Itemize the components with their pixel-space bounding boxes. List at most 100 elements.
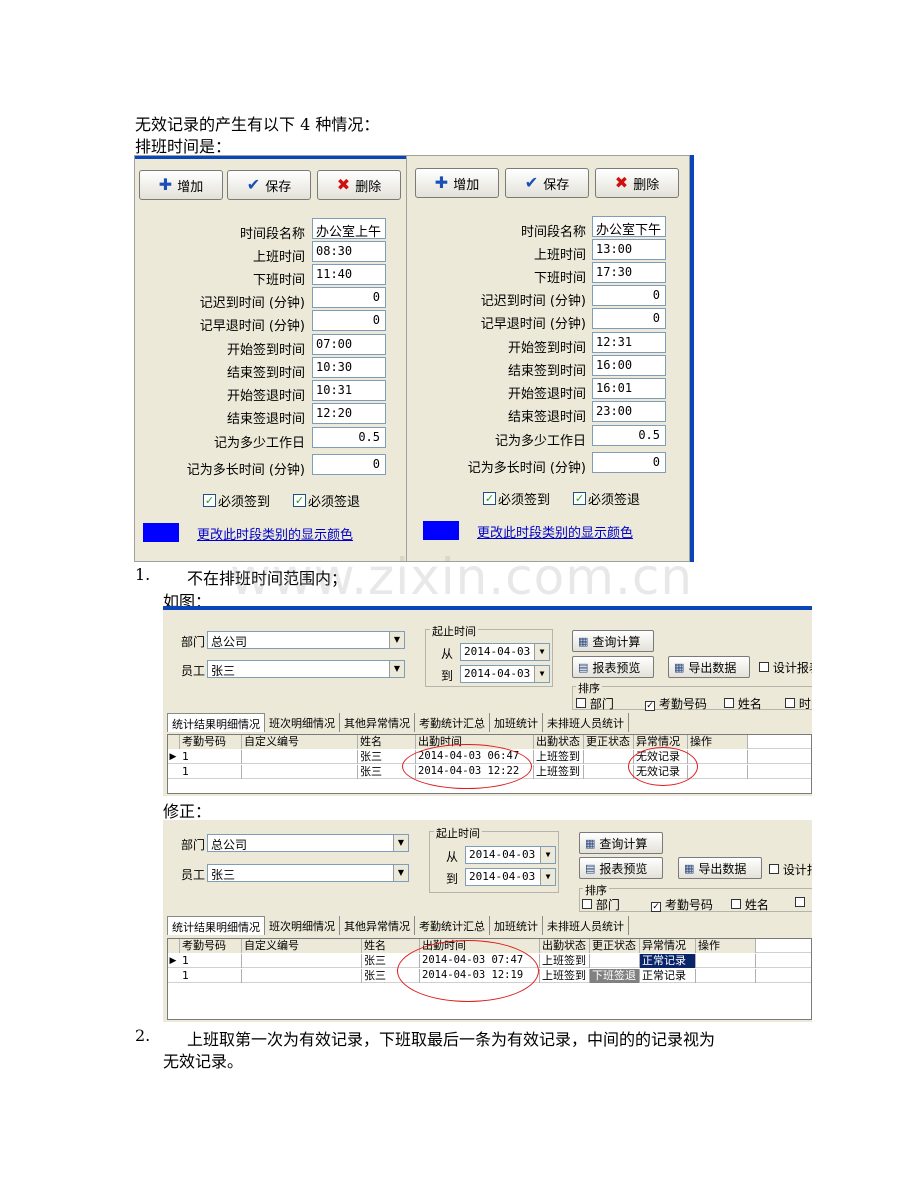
col-status[interactable]: 出勤状态 <box>540 939 590 953</box>
early-minutes-field[interactable]: 0 <box>592 308 666 329</box>
col-exception[interactable]: 异常情况 <box>640 939 696 953</box>
duration-field[interactable]: 0 <box>592 452 666 473</box>
delete-button[interactable]: ✖ 删除 <box>595 168 679 198</box>
from-date-field[interactable]: 2014-04-03 ▼ <box>460 643 550 661</box>
workdays-field[interactable]: 0.5 <box>592 425 666 446</box>
add-button[interactable]: ✚ 增加 <box>415 168 499 198</box>
checkin-start-field[interactable]: 07:00 <box>312 334 386 355</box>
chevron-down-icon[interactable]: ▼ <box>393 865 408 881</box>
checkin-end-field[interactable]: 10:30 <box>312 357 386 378</box>
tab-summary[interactable]: 考勤统计汇总 <box>415 713 490 732</box>
col-code[interactable]: 考勤号码 <box>180 735 242 749</box>
checkmark-icon: ✔ <box>524 173 539 192</box>
design-report-checkbox[interactable]: 设计报表 <box>769 861 812 878</box>
duration-field[interactable]: 0 <box>312 454 386 475</box>
col-custom[interactable]: 自定义编号 <box>242 939 362 953</box>
design-report-checkbox[interactable]: 设计报表 <box>759 659 812 676</box>
tab-detail[interactable]: 统计结果明细情况 <box>167 916 265 935</box>
col-custom[interactable]: 自定义编号 <box>242 735 358 749</box>
chevron-down-icon[interactable]: ▼ <box>540 847 555 863</box>
off-time-field[interactable]: 11:40 <box>312 264 386 285</box>
to-date-field[interactable]: 2014-04-03 ▼ <box>465 868 556 886</box>
col-corrected[interactable]: 更正状态 <box>584 735 634 749</box>
checkout-start-field[interactable]: 10:31 <box>312 380 386 401</box>
report-preview-button[interactable]: ▤ 报表预览 <box>579 857 663 879</box>
sort-dept-checkbox[interactable]: 部门 <box>576 695 614 712</box>
must-checkout-label: 必须签退 <box>588 493 641 508</box>
change-color-link[interactable]: 更改此时段类别的显示颜色 <box>477 522 633 541</box>
tab-unscheduled[interactable]: 未排班人员统计 <box>543 916 629 935</box>
sort-name-checkbox[interactable]: 姓名 <box>724 695 762 712</box>
on-time-field[interactable]: 13:00 <box>592 239 666 260</box>
col-code[interactable]: 考勤号码 <box>180 939 242 953</box>
display-color-swatch[interactable] <box>143 523 179 542</box>
tab-overtime[interactable]: 加班统计 <box>490 916 543 935</box>
late-minutes-field[interactable]: 0 <box>592 285 666 306</box>
col-name[interactable]: 姓名 <box>358 735 416 749</box>
change-color-link[interactable]: 更改此时段类别的显示颜色 <box>197 524 353 543</box>
cell-corrected <box>584 765 634 779</box>
tab-detail[interactable]: 统计结果明细情况 <box>167 713 265 732</box>
must-checkin-checkbox[interactable]: ✓ 必须签到 <box>203 491 270 510</box>
sort-name-checkbox[interactable]: 姓名 <box>731 896 769 913</box>
dept-select[interactable]: 总公司 ▼ <box>207 631 405 649</box>
col-corrected[interactable]: 更正状态 <box>590 939 640 953</box>
sort-code-checkbox[interactable]: ✓ 考勤号码 <box>645 695 707 712</box>
checkout-start-field[interactable]: 16:01 <box>592 378 666 399</box>
chevron-down-icon[interactable]: ▼ <box>534 666 549 682</box>
to-label: 到 <box>441 669 454 683</box>
shift-name-field[interactable]: 办公室上午 <box>312 218 386 239</box>
delete-button[interactable]: ✖ 删除 <box>317 170 401 200</box>
query-calc-button[interactable]: ▦ 查询计算 <box>572 630 654 652</box>
add-button[interactable]: ✚ 增加 <box>139 170 223 200</box>
checkbox-icon <box>769 864 779 874</box>
tab-other-exceptions[interactable]: 其他异常情况 <box>340 916 415 935</box>
employee-select[interactable]: 张三 ▼ <box>207 660 405 678</box>
must-checkout-checkbox[interactable]: ✓ 必须签退 <box>293 491 360 510</box>
to-date-field[interactable]: 2014-04-03 ▼ <box>460 665 550 683</box>
off-time-field[interactable]: 17:30 <box>592 262 666 283</box>
tab-shift-detail[interactable]: 班次明细情况 <box>265 713 340 732</box>
from-date-field[interactable]: 2014-04-03 ▼ <box>465 846 556 864</box>
chevron-down-icon[interactable]: ▼ <box>389 661 404 677</box>
display-color-swatch[interactable] <box>423 521 459 540</box>
tab-other-exceptions[interactable]: 其他异常情况 <box>340 713 415 732</box>
workdays-field[interactable]: 0.5 <box>312 427 386 448</box>
export-data-button[interactable]: ▦ 导出数据 <box>668 656 750 678</box>
checkout-end-field[interactable]: 23:00 <box>592 401 666 422</box>
chevron-down-icon[interactable]: ▼ <box>540 869 555 885</box>
employee-select[interactable]: 张三 ▼ <box>207 864 409 882</box>
col-action[interactable]: 操作 <box>688 735 748 749</box>
late-minutes-field[interactable]: 0 <box>312 287 386 308</box>
sort-time-checkbox[interactable] <box>795 896 805 910</box>
col-action[interactable]: 操作 <box>696 939 756 953</box>
tab-summary[interactable]: 考勤统计汇总 <box>415 916 490 935</box>
checkin-end-field[interactable]: 16:00 <box>592 355 666 376</box>
export-data-button[interactable]: ▦ 导出数据 <box>678 857 762 879</box>
shift-name-field[interactable]: 办公室下午 <box>592 216 666 237</box>
sort-code-checkbox[interactable]: ✓ 考勤号码 <box>651 896 713 913</box>
sort-time-checkbox[interactable]: 时间 <box>785 695 812 712</box>
tab-unscheduled[interactable]: 未排班人员统计 <box>543 713 629 732</box>
checkin-start-field[interactable]: 12:31 <box>592 332 666 353</box>
must-checkin-checkbox[interactable]: ✓ 必须签到 <box>483 489 550 508</box>
chevron-down-icon[interactable]: ▼ <box>393 835 408 851</box>
save-button[interactable]: ✔ 保存 <box>505 168 589 198</box>
checkout-end-field[interactable]: 12:20 <box>312 403 386 424</box>
early-minutes-field[interactable]: 0 <box>312 310 386 331</box>
tab-shift-detail[interactable]: 班次明细情况 <box>265 916 340 935</box>
must-checkout-checkbox[interactable]: ✓ 必须签退 <box>573 489 640 508</box>
save-button[interactable]: ✔ 保存 <box>227 170 311 200</box>
dept-select[interactable]: 总公司 ▼ <box>207 834 409 852</box>
report-preview-button[interactable]: ▤ 报表预览 <box>572 656 654 678</box>
col-status[interactable]: 出勤状态 <box>534 735 584 749</box>
period-title: 起止时间 <box>430 623 478 639</box>
tab-overtime[interactable]: 加班统计 <box>490 713 543 732</box>
chevron-down-icon[interactable]: ▼ <box>389 632 404 648</box>
chevron-down-icon[interactable]: ▼ <box>534 644 549 660</box>
design-report-label: 设计报表 <box>782 863 812 877</box>
query-calc-button[interactable]: ▦ 查询计算 <box>579 832 663 854</box>
on-time-field[interactable]: 08:30 <box>312 241 386 262</box>
sort-dept-checkbox[interactable]: 部门 <box>582 896 620 913</box>
checkbox-icon <box>795 897 805 907</box>
